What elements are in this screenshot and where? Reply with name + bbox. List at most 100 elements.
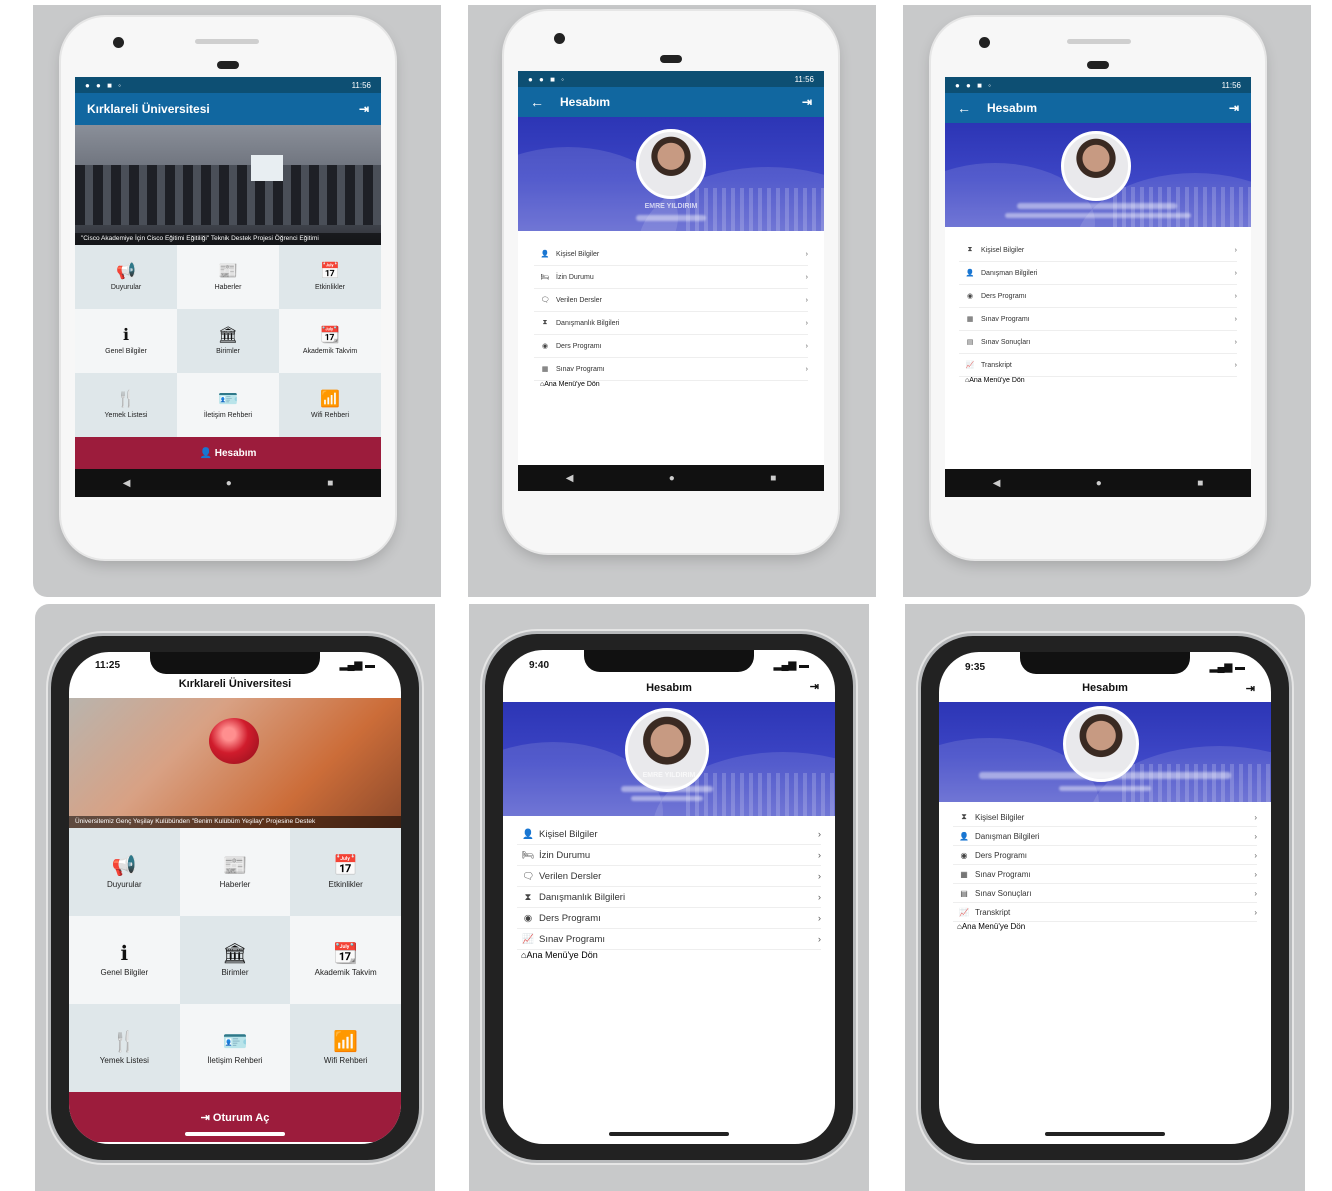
status-bar: ● ● ■ ◦ 11:56 — [75, 77, 381, 93]
status-bar: ● ● ■ ◦ 11:56 — [945, 77, 1251, 93]
home-nav-icon[interactable]: ● — [669, 473, 675, 484]
panel-iphone-account: 9:40 ▂▄▆ ▬ Hesabım ⇥ EMRE YILDIRIM 👤 Kişise… — [469, 604, 869, 1191]
menu-item[interactable]: 🗨 Verilen Dersler › — [534, 289, 808, 312]
account-button[interactable]: 👤 Hesabım — [75, 437, 381, 469]
user-details-blurred — [636, 215, 706, 221]
menu-item[interactable]: 👤 Kişisel Bilgiler › — [534, 243, 808, 266]
profile-header — [939, 702, 1271, 802]
home-nav-icon[interactable]: ● — [1096, 478, 1102, 489]
grid-tile-7[interactable]: 🍴 Yemek Listesi — [75, 373, 177, 437]
user-name: EMRE YILDIRIM — [644, 203, 698, 210]
grid-tile-5[interactable]: 🏛 Birimler — [177, 309, 279, 373]
menu-item[interactable]: ▦ Sınav Programı › — [534, 358, 808, 381]
grid-tile-6[interactable]: 📆 Akademik Takvim — [279, 309, 381, 373]
news-banner[interactable]: Üniversitemiz Genç Yeşilay Kulübünden "B… — [69, 698, 401, 828]
grid-tile-7[interactable]: 🍴 Yemek Listesi — [69, 1004, 180, 1092]
menu-item[interactable]: 🗨 Verilen Dersler › — [517, 866, 821, 887]
grid-tile-4[interactable]: ℹ Genel Bilgiler — [75, 309, 177, 373]
logout-icon[interactable]: ⇥ — [802, 95, 812, 109]
grid-tile-9[interactable]: 📶 Wifi Rehberi — [279, 373, 381, 437]
back-nav-icon[interactable]: ◀ — [566, 473, 574, 484]
recent-nav-icon[interactable]: ■ — [1197, 478, 1203, 489]
grid-tile-1[interactable]: 📢 Duyurular — [69, 828, 180, 916]
chevron-right-icon: › — [817, 912, 821, 924]
menu-item[interactable]: ◉ Ders Programı › — [517, 908, 821, 929]
page-title: Hesabım ⇥ — [939, 682, 1271, 702]
notification-icons: ● ● ■ ◦ — [955, 80, 993, 90]
grid-tile-3[interactable]: 📅 Etkinlikler — [290, 828, 401, 916]
grid-tile-2[interactable]: 📰 Haberler — [177, 245, 279, 309]
recent-nav-icon[interactable]: ■ — [770, 473, 776, 484]
menu-item[interactable]: 👤 Kişisel Bilgiler › — [517, 824, 821, 845]
menu-item[interactable]: ◉ Ders Programı › — [959, 285, 1237, 308]
grid-tile-5[interactable]: 🏛 Birimler — [179, 916, 291, 1004]
logout-icon[interactable]: ⇥ — [1229, 101, 1239, 115]
grid-tile-6[interactable]: 📆 Akademik Takvim — [290, 916, 401, 1004]
menu-item[interactable]: ◉ Ders Programı › — [953, 846, 1257, 865]
app-title: Hesabım — [987, 101, 1038, 115]
phone-screen: 11:25 ▂▄▆ ▬ Kırklareli Üniversitesi Ünive… — [69, 652, 401, 1144]
menu-item[interactable]: 👤 Danışman Bilgileri › — [953, 827, 1257, 846]
user-avatar[interactable] — [625, 708, 709, 792]
recent-nav-icon[interactable]: ■ — [327, 478, 333, 489]
home-nav-icon[interactable]: ● — [226, 478, 232, 489]
menu-item-icon: 👤 — [540, 251, 550, 258]
menu-item[interactable]: 👤 Danışman Bilgileri › — [959, 262, 1237, 285]
menu-item[interactable]: ▦ Sınav Programı › — [959, 308, 1237, 331]
logout-icon[interactable]: ⇥ — [359, 102, 369, 116]
grid-tile-label: Akademik Takvim — [314, 967, 377, 977]
menu-item-icon: 🛏 — [540, 274, 550, 281]
menu-item[interactable]: 📈 Sınav Programı › — [517, 929, 821, 950]
menu-item[interactable]: ▤ Sınav Sonuçları › — [959, 331, 1237, 354]
back-arrow-icon[interactable]: ← — [957, 100, 971, 116]
back-to-main-menu-button[interactable]: ⌂Ana Menü'ye Dön — [534, 381, 808, 401]
menu-item[interactable]: ▤ Sınav Sonuçları › — [953, 884, 1257, 903]
logout-icon[interactable]: ⇥ — [1246, 682, 1255, 695]
menu-item[interactable]: ⧗ Kişisel Bilgiler › — [953, 808, 1257, 827]
chevron-right-icon: › — [1234, 269, 1237, 277]
chevron-right-icon: › — [805, 342, 808, 350]
back-nav-icon[interactable]: ◀ — [123, 478, 131, 489]
menu-item[interactable]: 📈 Transkript › — [953, 903, 1257, 922]
menu-grid: 📢 Duyurular 📰 Haberler 📅 Etkinlikler ℹ Genel Bi… — [75, 245, 381, 437]
grid-tile-1[interactable]: 📢 Duyurular — [75, 245, 177, 309]
menu-item-label: Kişisel Bilgiler — [975, 812, 1025, 822]
grid-tile-4[interactable]: ℹ Genel Bilgiler — [69, 916, 180, 1004]
grid-tile-2[interactable]: 📰 Haberler — [179, 828, 291, 916]
grid-tile-icon: 🍴 — [111, 1030, 137, 1053]
user-avatar[interactable] — [1063, 706, 1139, 782]
account-menu: 👤 Kişisel Bilgiler › 🛏 İzin Durumu › 🗨 Verilen … — [503, 816, 835, 950]
menu-item[interactable]: ◉ Ders Programı › — [534, 335, 808, 358]
iphone-frame: 9:35 ▂▄▆ ▬ Hesabım ⇥ ⧗ Kişisel Bilgiler › 👤 Da… — [921, 636, 1289, 1160]
grid-tile-label: Duyurular — [110, 283, 142, 291]
news-banner[interactable]: "Cisco Akademiye İçin Cisco Eğitimi Eğit… — [75, 125, 381, 245]
menu-item[interactable]: 🛏 İzin Durumu › — [517, 845, 821, 866]
grid-tile-9[interactable]: 📶 Wifi Rehberi — [290, 1004, 401, 1092]
home-indicator — [609, 1132, 729, 1136]
back-to-main-menu-button[interactable]: ⌂Ana Menü'ye Dön — [959, 377, 1237, 397]
menu-item[interactable]: 🛏 İzin Durumu › — [534, 266, 808, 289]
android-phone-frame: ● ● ■ ◦ 11:56 Kırklareli Üniversitesi ⇥ "… — [61, 17, 395, 559]
back-nav-icon[interactable]: ◀ — [993, 478, 1001, 489]
user-avatar[interactable] — [636, 129, 706, 199]
back-to-main-menu-button[interactable]: ⌂Ana Menü'ye Dön — [953, 922, 1257, 940]
menu-item[interactable]: ▦ Sınav Programı › — [953, 865, 1257, 884]
user-name: EMRE YILDIRIM — [642, 772, 696, 779]
grid-tile-8[interactable]: 🪪 İletişim Rehberi — [179, 1004, 291, 1092]
menu-item[interactable]: ⧗ Kişisel Bilgiler › — [959, 239, 1237, 262]
back-to-main-menu-button[interactable]: ⌂Ana Menü'ye Dön — [517, 950, 821, 970]
back-arrow-icon[interactable]: ← — [530, 94, 544, 110]
menu-item[interactable]: ⧗ Danışmanlık Bilgileri › — [517, 887, 821, 908]
menu-item[interactable]: 📈 Transkript › — [959, 354, 1237, 377]
grid-tile-icon: 🪪 — [222, 1030, 248, 1053]
grid-tile-label: Etkinlikler — [315, 283, 345, 291]
phone-screen: ● ● ■ ◦ 11:56 Kırklareli Üniversitesi ⇥ "… — [75, 77, 381, 497]
user-avatar[interactable] — [1061, 131, 1131, 201]
menu-item-icon: 📈 — [522, 933, 534, 945]
menu-item-icon: 👤 — [522, 828, 534, 840]
menu-item[interactable]: ⧗ Danışmanlık Bilgileri › — [534, 312, 808, 335]
logout-icon[interactable]: ⇥ — [810, 680, 819, 693]
grid-tile-3[interactable]: 📅 Etkinlikler — [279, 245, 381, 309]
grid-tile-8[interactable]: 🪪 İletişim Rehberi — [177, 373, 279, 437]
chevron-right-icon: › — [1234, 292, 1237, 300]
